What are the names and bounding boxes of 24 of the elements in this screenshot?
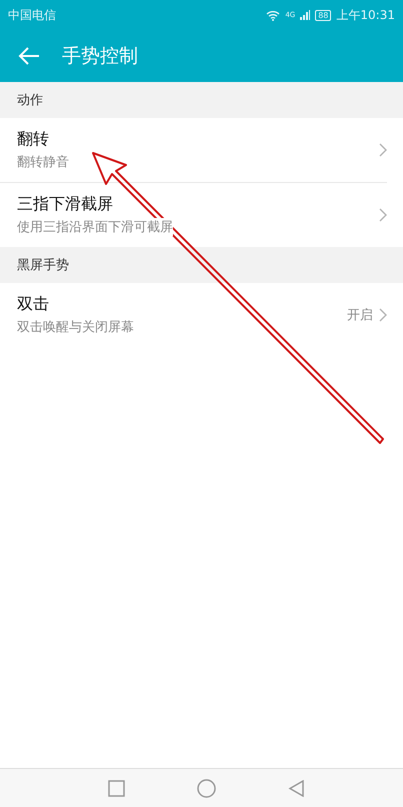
- signal-icon: [300, 10, 310, 20]
- setting-title: 双击: [17, 294, 50, 315]
- setting-title: 三指下滑截屏: [17, 194, 114, 215]
- setting-value: 开启: [347, 307, 373, 324]
- section-title: 动作: [17, 92, 43, 109]
- page-title: 手势控制: [62, 44, 138, 69]
- chevron-right-icon: [379, 208, 387, 222]
- chevron-right-icon: [379, 308, 387, 322]
- chevron-right-icon: [379, 143, 387, 157]
- setting-description: 翻转静音: [17, 153, 69, 171]
- carrier-name: 中国电信: [8, 6, 56, 24]
- section-title: 黑屏手势: [17, 257, 69, 274]
- battery-level: 88: [315, 10, 332, 20]
- clock: 上午10:31: [336, 6, 395, 24]
- recents-button[interactable]: [108, 780, 125, 796]
- settings-row[interactable]: 三指下滑截屏 使用三指沿界面下滑可截屏: [0, 183, 387, 247]
- setting-description: 使用三指沿界面下滑可截屏: [17, 218, 173, 236]
- home-button[interactable]: [197, 778, 216, 798]
- back-button[interactable]: [18, 47, 40, 65]
- back-nav-button[interactable]: [288, 780, 305, 796]
- setting-title: 翻转: [17, 129, 50, 150]
- setting-description: 双击唤醒与关闭屏幕: [17, 318, 134, 336]
- wifi-icon: [266, 10, 280, 20]
- settings-row[interactable]: 双击 双击唤醒与关闭屏幕 开启: [0, 283, 387, 347]
